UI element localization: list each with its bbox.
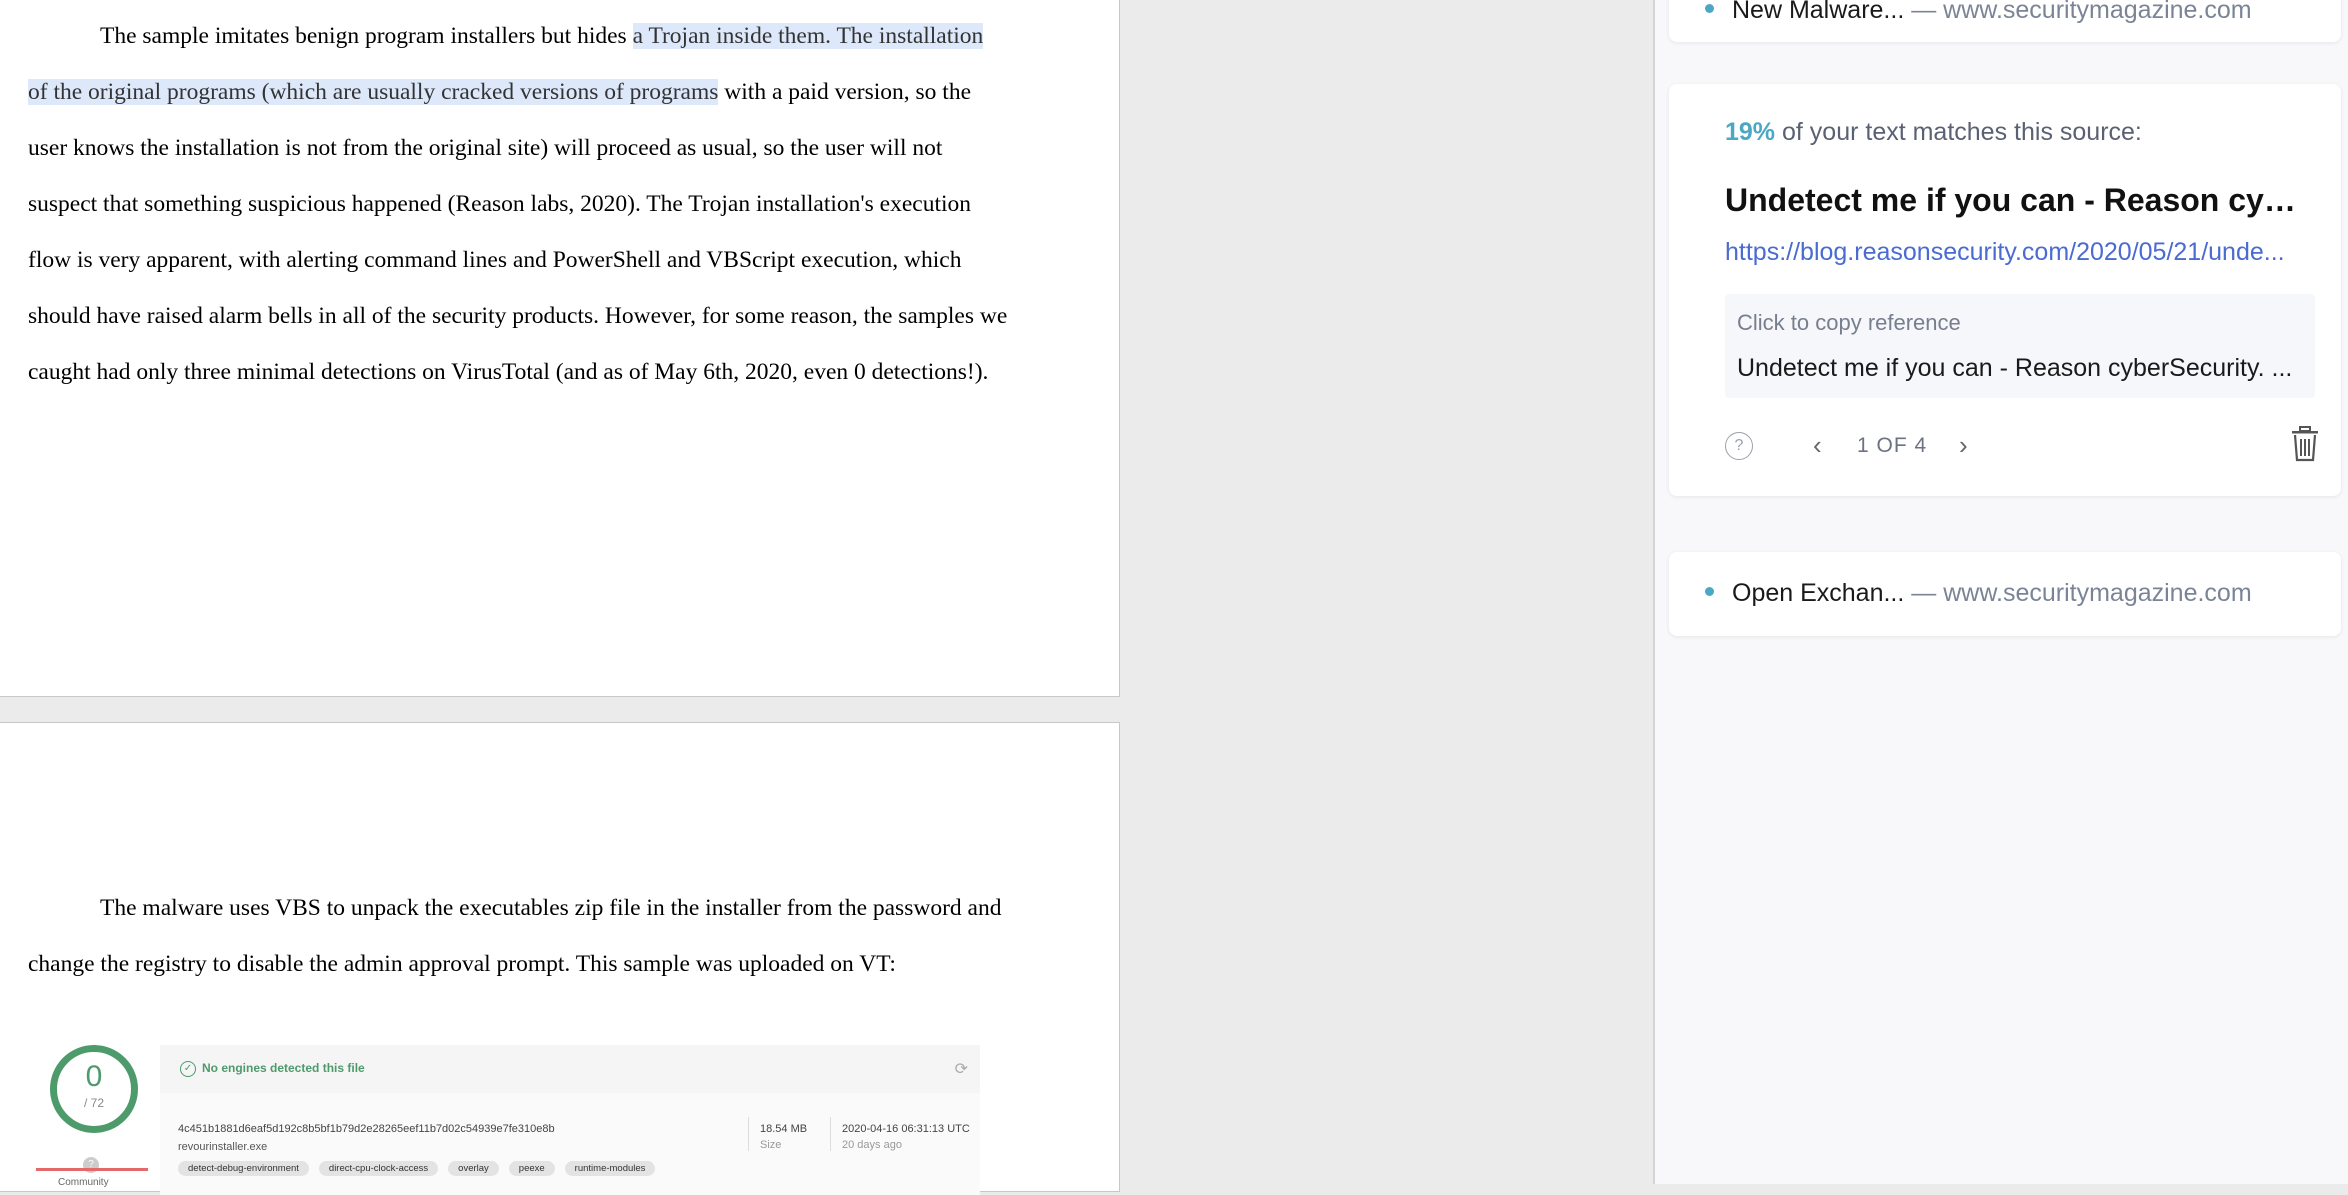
source-title: Open Exchan... [1732, 579, 1905, 607]
match-summary: 19% of your text matches this source: [1725, 118, 2142, 147]
match-text: of your text matches this source: [1775, 118, 2142, 146]
copy-reference-box[interactable]: Click to copy reference Undetect me if y… [1725, 294, 2315, 398]
no-engines-label: No engines detected this file [202, 1061, 365, 1075]
file-tag: detect-debug-environment [178, 1161, 309, 1176]
scan-date: 2020-04-16 06:31:13 UTC [842, 1123, 970, 1135]
community-label: Community [58, 1177, 109, 1188]
chevron-left-icon[interactable]: ‹ [1813, 430, 1822, 461]
file-name: revourinstaller.exe [178, 1141, 268, 1153]
document-page-1: The sample imitates benign program insta… [0, 0, 1120, 697]
file-size: 18.54 MB [760, 1123, 808, 1135]
paragraph-text: The malware uses VBS to unpack the execu… [28, 895, 1002, 977]
source-title: New Malware... [1732, 0, 1905, 24]
detection-score-ring: 0 / 72 [50, 1045, 138, 1133]
match-pager: 1 OF 4 [1857, 434, 1928, 457]
source-card-expanded: 19% of your text matches this source: Un… [1669, 84, 2341, 496]
source-domain: — www.securitymagazine.com [1911, 579, 2252, 607]
file-tag: runtime-modules [564, 1161, 656, 1176]
source-card-collapsed[interactable]: New Malware... — www.securitymagazine.co… [1669, 0, 2341, 42]
source-title: Undetect me if you can - Reason cybe... [1725, 182, 2315, 218]
vt-panel-header: ✓ No engines detected this file ⟳ [160, 1045, 980, 1093]
divider [830, 1117, 831, 1151]
divider [748, 1117, 749, 1151]
help-icon[interactable]: ? [1725, 432, 1753, 460]
plagiarism-sidebar: New Malware... — www.securitymagazine.co… [1653, 0, 2348, 1184]
source-url-link[interactable]: https://blog.reasonsecurity.com/2020/05/… [1725, 238, 2315, 267]
paragraph-trojan-installers[interactable]: The sample imitates benign program insta… [28, 8, 1008, 400]
vt-file-panel: ✓ No engines detected this file ⟳ 4c451b… [160, 1045, 980, 1195]
community-score-bar [36, 1168, 148, 1171]
bullet-dot-icon [1705, 586, 1714, 596]
paragraph-vbs-unpack[interactable]: The malware uses VBS to unpack the execu… [28, 880, 1008, 992]
refresh-icon: ⟳ [954, 1061, 968, 1078]
paragraph-text-rest: with a paid version, so the user knows t… [28, 79, 1008, 385]
paragraph-text-start: The sample imitates benign program insta… [100, 23, 633, 49]
reference-text: Undetect me if you can - Reason cyberSec… [1737, 354, 2293, 382]
copy-reference-label: Click to copy reference [1737, 310, 1961, 335]
file-tags: detect-debug-environment direct-cpu-cloc… [178, 1161, 656, 1176]
file-hash: 4c451b1881d6eaf5d192c8b5bf1b79d2e28265ee… [178, 1123, 555, 1135]
document-page-2: The malware uses VBS to unpack the execu… [0, 722, 1120, 1195]
chevron-right-icon[interactable]: › [1959, 430, 1968, 461]
check-circle-icon: ✓ [180, 1061, 196, 1077]
trash-icon[interactable] [2289, 426, 2321, 467]
file-tag: direct-cpu-clock-access [318, 1161, 439, 1176]
virustotal-screenshot: 0 / 72 ? Community ✓ No engines detected… [28, 1045, 980, 1195]
file-size-label: Size [760, 1139, 782, 1151]
source-domain: — www.securitymagazine.com [1911, 0, 2252, 24]
bullet-dot-icon [1705, 3, 1714, 13]
source-summary: Open Exchan... — www.securitymagazine.co… [1705, 579, 2252, 608]
scan-age: 20 days ago [842, 1139, 902, 1151]
detection-score: 0 [85, 1060, 103, 1093]
file-tag: overlay [448, 1161, 499, 1176]
source-summary: New Malware... — www.securitymagazine.co… [1705, 0, 2252, 25]
file-tag: peexe [508, 1161, 555, 1176]
match-percent: 19% [1725, 118, 1776, 146]
source-card-collapsed[interactable]: Open Exchan... — www.securitymagazine.co… [1669, 552, 2341, 636]
detection-total: / 72 [83, 1096, 104, 1110]
